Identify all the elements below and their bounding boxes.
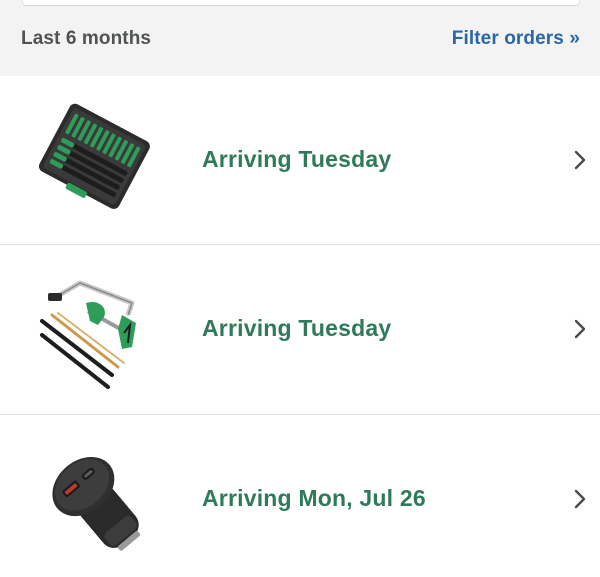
product-image-hacksaw xyxy=(28,263,158,393)
chevron-right-icon xyxy=(572,487,588,511)
chevron-right-icon xyxy=(572,317,588,341)
product-image-car-charger xyxy=(28,433,158,563)
chevron-right-icon xyxy=(572,148,588,172)
product-image-screwdriver-set xyxy=(28,94,158,224)
filter-orders-link[interactable]: Filter orders » xyxy=(452,28,580,50)
order-row[interactable]: Arriving Tuesday xyxy=(0,76,600,246)
order-row[interactable]: Arriving Mon, Jul 26 xyxy=(0,414,600,577)
order-row[interactable]: Arriving Tuesday xyxy=(0,244,600,414)
search-box-edge[interactable] xyxy=(22,0,580,6)
delivery-status: Arriving Mon, Jul 26 xyxy=(202,485,426,511)
orders-header: Last 6 months Filter orders » xyxy=(0,0,600,76)
time-period-label: Last 6 months xyxy=(21,28,152,49)
orders-page: Last 6 months Filter orders » Arriving T… xyxy=(0,0,600,577)
delivery-status: Arriving Tuesday xyxy=(202,146,392,172)
delivery-status: Arriving Tuesday xyxy=(202,315,392,341)
